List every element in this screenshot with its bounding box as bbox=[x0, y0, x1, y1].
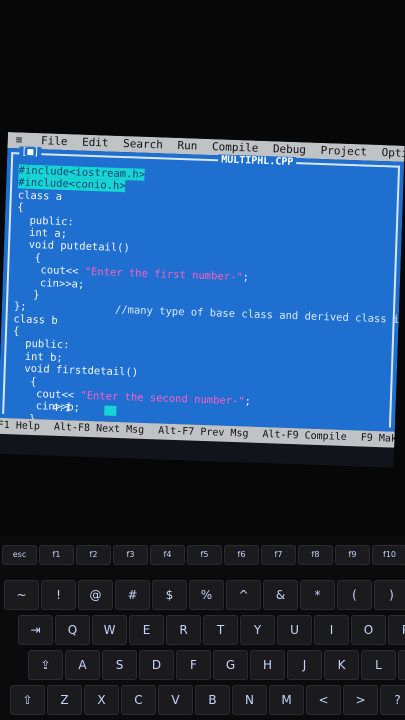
menu-compile[interactable]: Compile bbox=[212, 140, 259, 155]
keyboard-key: f1 bbox=[39, 545, 74, 565]
keyboard-key: ⇥ bbox=[18, 615, 53, 645]
keyboard-key: f9 bbox=[335, 545, 370, 565]
menu-file[interactable]: File bbox=[41, 134, 68, 148]
menu-project[interactable]: Project bbox=[320, 144, 367, 159]
editor-frame: [■] MULTIPHL.CPP #include<iostream.h> #in… bbox=[2, 146, 405, 428]
keyboard-key: f5 bbox=[187, 545, 222, 565]
keyboard-key: ( bbox=[337, 580, 372, 610]
code-text: class b bbox=[13, 312, 58, 327]
window-close-button[interactable]: [■] bbox=[19, 146, 42, 159]
keyboard-key: W bbox=[92, 615, 127, 645]
keyboard-key: N bbox=[232, 685, 267, 715]
code-text: } bbox=[14, 288, 40, 302]
keyboard-key: P bbox=[388, 615, 405, 645]
keyboard-key: f6 bbox=[224, 545, 259, 565]
keyboard-key: D bbox=[139, 650, 174, 680]
keyboard-key: E bbox=[129, 615, 164, 645]
keyboard-key: G bbox=[213, 650, 248, 680]
keyboard-key: V bbox=[158, 685, 193, 715]
keyboard-key: Z bbox=[47, 685, 82, 715]
keyboard-key: L bbox=[361, 650, 396, 680]
code-text: { bbox=[11, 374, 37, 388]
editor-window[interactable]: [■] MULTIPHL.CPP #include<iostream.h> #in… bbox=[0, 146, 405, 432]
keyboard-key: f2 bbox=[76, 545, 111, 565]
keyboard-key: ) bbox=[374, 580, 405, 610]
keyboard-key: esc bbox=[2, 545, 37, 565]
keyboard-key: O bbox=[351, 615, 386, 645]
code-text: { bbox=[15, 251, 42, 264]
keyboard-key: > bbox=[343, 685, 378, 715]
hotkey-prev-msg[interactable]: Alt-F7 Prev Msg bbox=[158, 425, 249, 439]
turbo-cpp-screen: ≡ File Edit Search Run Compile Debug Pro… bbox=[0, 132, 405, 468]
keyboard-key: ⇪ bbox=[28, 650, 63, 680]
keyboard-key: K bbox=[324, 650, 359, 680]
keyboard-row: escf1f2f3f4f5f6f7f8f9f10f11f12 bbox=[0, 545, 405, 575]
keyboard-key: I bbox=[314, 615, 349, 645]
menu-run[interactable]: Run bbox=[177, 139, 197, 153]
laptop-keyboard: escf1f2f3f4f5f6f7f8f9f10f11f12~!@#$%^&*(… bbox=[0, 535, 405, 720]
keyboard-key: R bbox=[166, 615, 201, 645]
keyboard-key: T bbox=[203, 615, 238, 645]
keyboard-key: J bbox=[287, 650, 322, 680]
keyboard-key: * bbox=[300, 580, 335, 610]
keyboard-key: # bbox=[115, 580, 150, 610]
keyboard-key: Q bbox=[55, 615, 90, 645]
keyboard-key: f10 bbox=[372, 545, 405, 565]
keyboard-key: X bbox=[84, 685, 119, 715]
menu-search[interactable]: Search bbox=[123, 137, 163, 151]
code-text: ; bbox=[242, 271, 250, 284]
cursor-position: 4:1 bbox=[52, 402, 71, 415]
window-title: MULTIPHL.CPP bbox=[217, 154, 297, 169]
keyboard-key: f4 bbox=[150, 545, 185, 565]
menu-debug[interactable]: Debug bbox=[273, 142, 307, 156]
keyboard-key: U bbox=[277, 615, 312, 645]
code-text: { bbox=[17, 201, 24, 214]
horizontal-scroll-thumb[interactable] bbox=[104, 405, 117, 416]
keyboard-key: ⇧ bbox=[10, 685, 45, 715]
hotkey-help[interactable]: F1 Help bbox=[0, 420, 40, 432]
hotkey-make[interactable]: F9 Make bbox=[361, 433, 395, 445]
code-text: { bbox=[12, 325, 20, 338]
keyboard-key: S bbox=[102, 650, 137, 680]
keyboard-key: : bbox=[398, 650, 405, 680]
keyboard-key: f7 bbox=[261, 545, 296, 565]
keyboard-key: ^ bbox=[226, 580, 261, 610]
keyboard-key: @ bbox=[78, 580, 113, 610]
system-menu-icon[interactable]: ≡ bbox=[16, 133, 23, 146]
keyboard-row: ~!@#$%^&*()_+ bbox=[0, 580, 405, 610]
code-area[interactable]: #include<iostream.h> #include<conio.h> cla… bbox=[10, 164, 405, 438]
keyboard-row: ⇥QWERTYUIOP{} bbox=[0, 615, 405, 645]
keyboard-key: % bbox=[189, 580, 224, 610]
keyboard-key: < bbox=[306, 685, 341, 715]
keyboard-key: H bbox=[250, 650, 285, 680]
keyboard-row: ⇪ASDFGHJKL:" bbox=[0, 650, 405, 680]
keyboard-key: ! bbox=[41, 580, 76, 610]
keyboard-key: ~ bbox=[4, 580, 39, 610]
keyboard-key: C bbox=[121, 685, 156, 715]
keyboard-key: F bbox=[176, 650, 211, 680]
keyboard-key: f8 bbox=[298, 545, 333, 565]
keyboard-key: $ bbox=[152, 580, 187, 610]
keyboard-row: ⇧ZXCVBNM<>?shift bbox=[0, 685, 405, 715]
keyboard-key: & bbox=[263, 580, 298, 610]
keyboard-key: f3 bbox=[113, 545, 148, 565]
keyboard-key: A bbox=[65, 650, 100, 680]
keyboard-key: ? bbox=[380, 685, 405, 715]
keyboard-key: M bbox=[269, 685, 304, 715]
keyboard-key: B bbox=[195, 685, 230, 715]
hotkey-next-msg[interactable]: Alt-F8 Next Msg bbox=[54, 422, 145, 436]
code-text: class a bbox=[17, 189, 63, 203]
keyboard-key: Y bbox=[240, 615, 275, 645]
menu-edit[interactable]: Edit bbox=[82, 136, 109, 150]
code-text: }; bbox=[13, 300, 27, 314]
menu-options[interactable]: Options bbox=[381, 146, 404, 161]
code-text: ; bbox=[244, 395, 252, 408]
hotkey-compile[interactable]: Alt-F9 Compile bbox=[262, 429, 347, 443]
